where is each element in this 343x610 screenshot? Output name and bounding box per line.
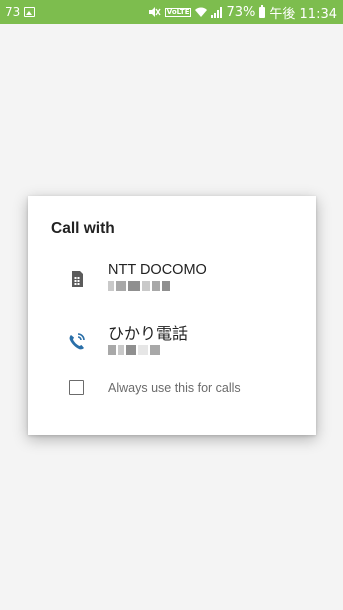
call-with-dialog: Call with NTT DOCOMO ひかり電話 Always use th… — [28, 196, 316, 435]
always-use-row[interactable]: Always use this for calls — [28, 378, 316, 402]
status-bar-right: VoLTE 73% 午後 11:34 — [144, 3, 337, 22]
battery-icon — [259, 4, 266, 18]
phone-call-icon — [66, 330, 88, 352]
always-use-label: Always use this for calls — [108, 381, 241, 395]
option-ntt-docomo[interactable]: NTT DOCOMO — [28, 254, 316, 304]
clock: 午後 11:34 — [269, 6, 337, 22]
redacted-number — [108, 280, 188, 292]
image-icon — [24, 7, 36, 17]
option-hikari-denwa[interactable]: ひかり電話 — [28, 316, 316, 366]
battery-percent: 73% — [226, 4, 256, 20]
sim-card-icon — [66, 268, 88, 290]
mute-icon — [148, 6, 161, 18]
wifi-icon — [195, 7, 208, 18]
dialog-title: Call with — [51, 220, 115, 237]
notification-count: 73 — [5, 5, 21, 19]
option-label: NTT DOCOMO — [108, 262, 207, 278]
volte-icon: VoLTE — [164, 7, 192, 17]
status-bar-left: 73 — [5, 5, 39, 19]
option-label: ひかり電話 — [108, 326, 189, 343]
status-bar: 73 VoLTE 73% 午後 11:34 — [0, 0, 343, 24]
always-use-checkbox[interactable] — [69, 380, 84, 395]
redacted-number — [108, 344, 188, 356]
signal-icon — [211, 6, 223, 18]
